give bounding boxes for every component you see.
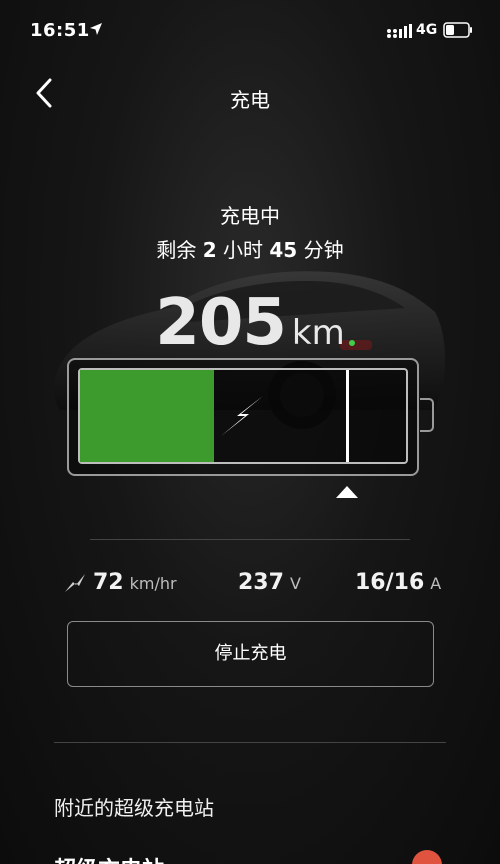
charge-limit-line [346,370,349,462]
charge-voltage: 237 V [238,570,301,595]
phone-battery-icon [443,22,472,38]
supercharger-status-badge [412,850,442,864]
charge-speed-unit: km/hr [129,574,177,593]
battery-fill [80,370,214,462]
divider [90,539,410,540]
page-title: 充电 [230,88,270,112]
network-type: 4G [416,22,438,38]
charging-screen: 16:51 4G 充电 充电中 剩余 2 小时 45 分钟 205 km 72 … [0,0,500,864]
lightning-bolt-icon [221,396,263,436]
current-value: 16/16 [355,570,425,595]
battery-terminal [420,398,434,432]
range-display: 205 km [0,286,500,360]
range-unit: km [291,313,345,353]
charging-state: 充电中 [220,204,280,228]
location-arrow-icon [90,23,102,35]
charge-limit-marker-icon[interactable] [336,486,358,498]
charge-current: 16/16 A [355,570,441,595]
status-time: 16:51 [30,20,90,41]
voltage-unit: V [289,574,301,593]
range-value: 205 [155,286,287,360]
charge-speed: 72 km/hr [93,570,177,595]
divider [54,742,446,743]
signal-strength-icon [387,24,412,38]
charging-stats: 72 km/hr 237 V 16/16 A [0,570,500,602]
charge-speed-value: 72 [93,570,124,595]
stop-charging-button[interactable]: 停止充电 [67,621,434,687]
nearby-superchargers-title: 附近的超级充电站 [54,796,214,820]
voltage-value: 237 [238,570,284,595]
current-unit: A [430,574,442,593]
supercharger-list-item[interactable]: 超级充电站 [54,852,164,864]
status-bar: 16:51 4G [0,0,500,62]
